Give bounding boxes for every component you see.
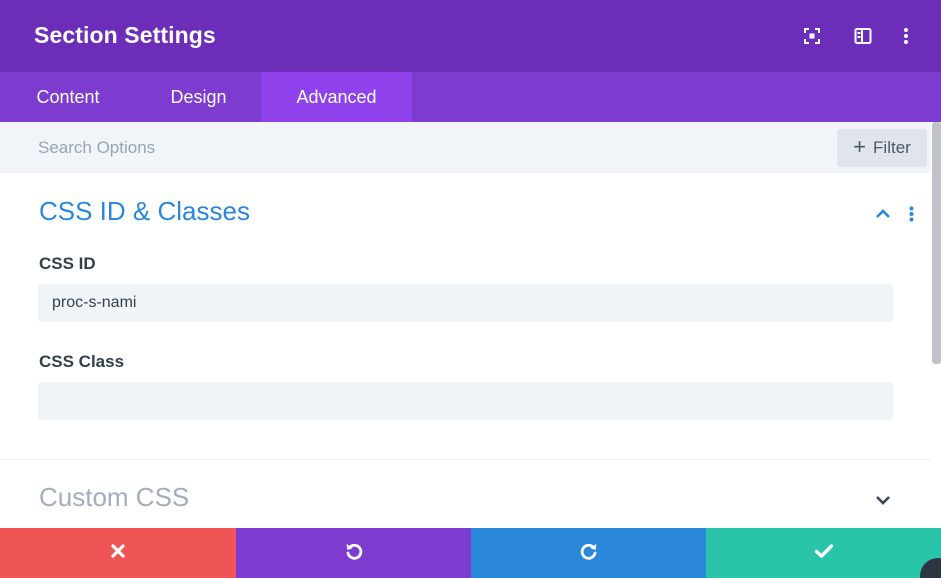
css-class-input[interactable] <box>38 382 893 420</box>
group-title-css-id-classes[interactable]: CSS ID & Classes <box>39 196 250 227</box>
filter-label: Filter <box>873 138 911 157</box>
css-id-input[interactable] <box>38 284 893 322</box>
tab-advanced-label: Advanced <box>296 86 377 107</box>
css-id-label: CSS ID <box>39 254 96 273</box>
group-options-icon[interactable] <box>905 204 917 224</box>
redo-button[interactable] <box>471 528 706 578</box>
group-title-custom-css[interactable]: Custom CSS <box>39 482 189 513</box>
more-options-icon[interactable] <box>894 24 918 48</box>
scrollbar-thumb[interactable] <box>932 122 941 364</box>
close-icon <box>110 543 126 564</box>
search-bar <box>0 122 941 173</box>
modal-header: Section Settings <box>0 0 941 72</box>
discard-button[interactable] <box>0 528 236 578</box>
group-divider <box>0 459 931 460</box>
save-button[interactable] <box>706 528 941 578</box>
modal-title: Section Settings <box>34 22 216 48</box>
plus-icon: + <box>853 134 867 159</box>
redo-icon <box>579 541 599 566</box>
check-icon <box>814 543 834 564</box>
tab-content[interactable]: Content <box>0 72 136 122</box>
undo-button[interactable] <box>236 528 471 578</box>
tab-design-label: Design <box>170 86 227 107</box>
filter-button[interactable]: + Filter <box>837 129 927 167</box>
fullscreen-icon[interactable] <box>800 24 824 48</box>
settings-panel: CSS ID & Classes CSS ID CSS Class Custom… <box>0 173 941 528</box>
tab-bar: Content Design Advanced <box>0 72 941 122</box>
undo-icon <box>344 541 364 566</box>
sidebar-layout-icon[interactable] <box>851 24 875 48</box>
search-options-input[interactable] <box>38 134 638 162</box>
tab-design[interactable]: Design <box>136 72 261 122</box>
css-class-label: CSS Class <box>39 352 125 371</box>
tab-content-label: Content <box>36 86 100 107</box>
tab-advanced[interactable]: Advanced <box>261 72 412 122</box>
chevron-up-icon[interactable] <box>872 205 894 223</box>
chevron-down-icon[interactable] <box>872 491 894 509</box>
footer-actions <box>0 528 941 578</box>
